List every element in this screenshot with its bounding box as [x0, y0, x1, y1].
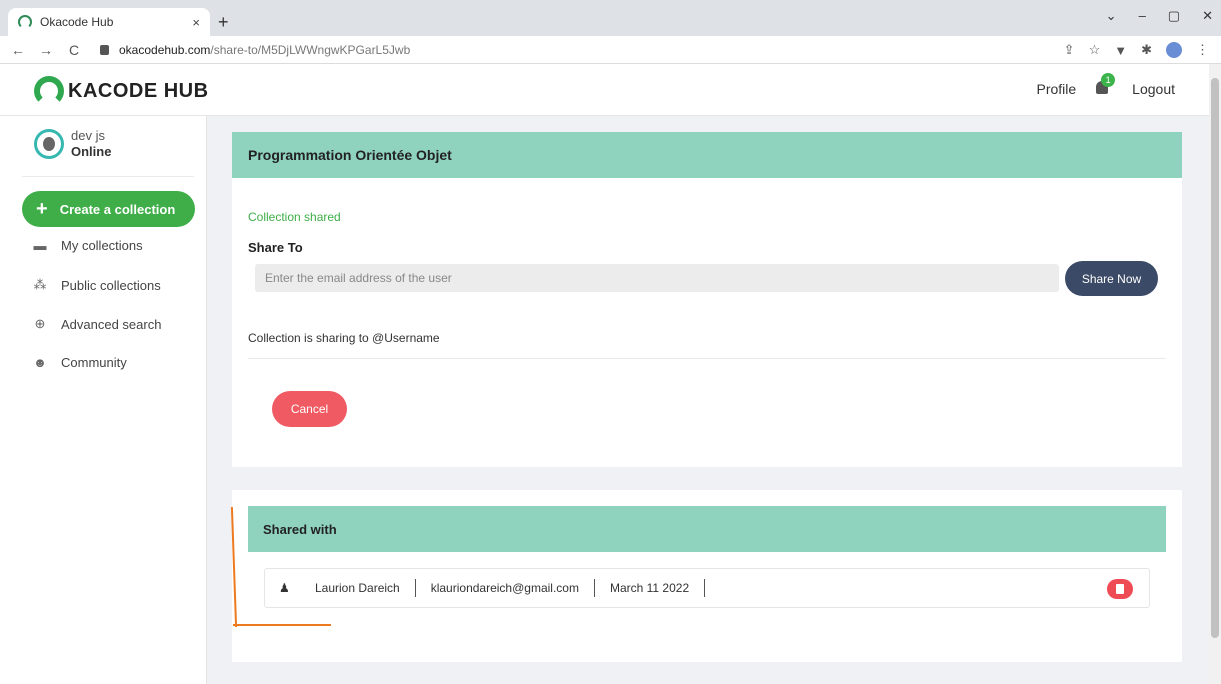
- address-bar: ← → C okacodehub.com/share-to/M5DjLWWngw…: [0, 36, 1221, 64]
- tab-title: Okacode Hub: [40, 15, 114, 29]
- maximize-icon[interactable]: ▢: [1168, 8, 1180, 24]
- divider: [248, 358, 1166, 359]
- share-page-icon[interactable]: ⇪: [1064, 42, 1075, 58]
- tab-search-icon[interactable]: ⌄: [1106, 8, 1117, 24]
- divider: [22, 176, 194, 177]
- shared-date: March 11 2022: [595, 579, 706, 597]
- plus-icon: +: [36, 198, 48, 220]
- users-icon: ☻: [33, 355, 47, 370]
- avatar: [34, 129, 64, 159]
- logo-ring-icon: [34, 76, 64, 106]
- profile-link[interactable]: Profile: [1036, 81, 1076, 97]
- scrollbar[interactable]: [1209, 64, 1221, 684]
- sidebar: dev js Online + Create a collection ▬ My…: [0, 116, 207, 684]
- browser-tab-bar: Okacode Hub × + ⌄ – ▢ ✕: [0, 0, 1221, 36]
- shared-with-title: Shared with: [248, 506, 1166, 552]
- url-host: okacodehub.com: [119, 42, 211, 57]
- user-name: dev js: [71, 128, 105, 143]
- delete-share-button[interactable]: [1107, 579, 1133, 599]
- cancel-button[interactable]: Cancel: [272, 391, 347, 427]
- email-input[interactable]: [255, 264, 1059, 292]
- reload-icon[interactable]: C: [64, 42, 84, 58]
- browser-tab[interactable]: Okacode Hub ×: [8, 8, 210, 36]
- sharing-to-text: Collection is sharing to @Username: [248, 331, 440, 345]
- extensions-puzzle-icon[interactable]: ✱: [1141, 42, 1152, 58]
- share-to-label: Share To: [248, 240, 303, 255]
- notification-badge: 1: [1101, 73, 1116, 87]
- user-block: dev js Online: [34, 128, 111, 160]
- tab-close-icon[interactable]: ×: [192, 15, 200, 30]
- back-icon[interactable]: ←: [8, 42, 28, 58]
- browser-menu-icon[interactable]: ⋮: [1196, 42, 1209, 58]
- minimize-icon[interactable]: –: [1139, 8, 1146, 24]
- shared-user-email: klauriondareich@gmail.com: [416, 579, 595, 597]
- folder-icon: ▬: [33, 238, 47, 253]
- table-row: ♟ Laurion Dareich klauriondareich@gmail.…: [264, 568, 1150, 608]
- sidebar-item-my-collections[interactable]: ▬ My collections: [32, 238, 143, 253]
- user-status: Online: [71, 144, 112, 159]
- create-collection-button[interactable]: + Create a collection: [22, 191, 195, 227]
- cubes-icon: ⁂: [33, 277, 47, 292]
- user-icon: ♟: [279, 581, 290, 595]
- app-header: KACODE HUB Profile 1 Logout: [0, 64, 1209, 116]
- sidebar-item-public-collections[interactable]: ⁂ Public collections: [32, 277, 161, 293]
- sidebar-item-community[interactable]: ☻ Community: [32, 355, 127, 370]
- new-tab-icon[interactable]: +: [218, 12, 229, 33]
- lock-icon: [100, 44, 109, 55]
- scrollbar-thumb[interactable]: [1211, 78, 1219, 638]
- user-info: dev js Online: [71, 128, 111, 160]
- create-collection-label: Create a collection: [59, 201, 176, 217]
- logo[interactable]: KACODE HUB: [34, 76, 209, 106]
- logout-link[interactable]: Logout: [1132, 81, 1175, 97]
- bookmark-star-icon[interactable]: ☆: [1089, 42, 1101, 58]
- browser-profile-avatar[interactable]: [1166, 42, 1182, 58]
- notifications-bell-icon[interactable]: 1: [1096, 73, 1116, 97]
- trash-icon: [1116, 584, 1124, 594]
- close-window-icon[interactable]: ✕: [1202, 8, 1213, 24]
- url-path: /share-to/M5DjLWWngwKPGarL5Jwb: [210, 42, 411, 57]
- search-plus-icon: ⊕: [34, 316, 46, 331]
- logo-text: KACODE HUB: [68, 79, 209, 102]
- shared-with-card: Shared with ♟ Laurion Dareich klaurionda…: [232, 490, 1182, 662]
- browser-toolbar-icons: ⇪ ☆ ▼ ✱ ⋮: [1064, 42, 1209, 58]
- extension-filter-icon[interactable]: ▼: [1114, 43, 1127, 58]
- shared-user-name: Laurion Dareich: [291, 579, 416, 597]
- sidebar-item-label: Advanced search: [61, 316, 162, 332]
- okacode-favicon-icon: [18, 15, 32, 29]
- success-message: Collection shared: [248, 210, 341, 224]
- annotation-line: [233, 624, 331, 626]
- avatar-face-icon: [43, 137, 55, 151]
- collection-title: Programmation Orientée Objet: [232, 132, 1182, 178]
- sidebar-item-label: Community: [61, 355, 127, 370]
- window-controls: ⌄ – ▢ ✕: [1106, 8, 1213, 24]
- share-now-button[interactable]: Share Now: [1065, 261, 1158, 296]
- share-card: Programmation Orientée Objet Collection …: [232, 132, 1182, 467]
- sidebar-item-label: Public collections: [61, 277, 161, 293]
- forward-icon[interactable]: →: [36, 42, 56, 58]
- sidebar-item-advanced-search[interactable]: ⊕ Advanced search: [32, 316, 162, 332]
- url-field[interactable]: okacodehub.com/share-to/M5DjLWWngwKPGarL…: [100, 43, 410, 57]
- sidebar-item-label: My collections: [61, 238, 143, 253]
- header-actions: Profile 1 Logout: [1036, 73, 1175, 97]
